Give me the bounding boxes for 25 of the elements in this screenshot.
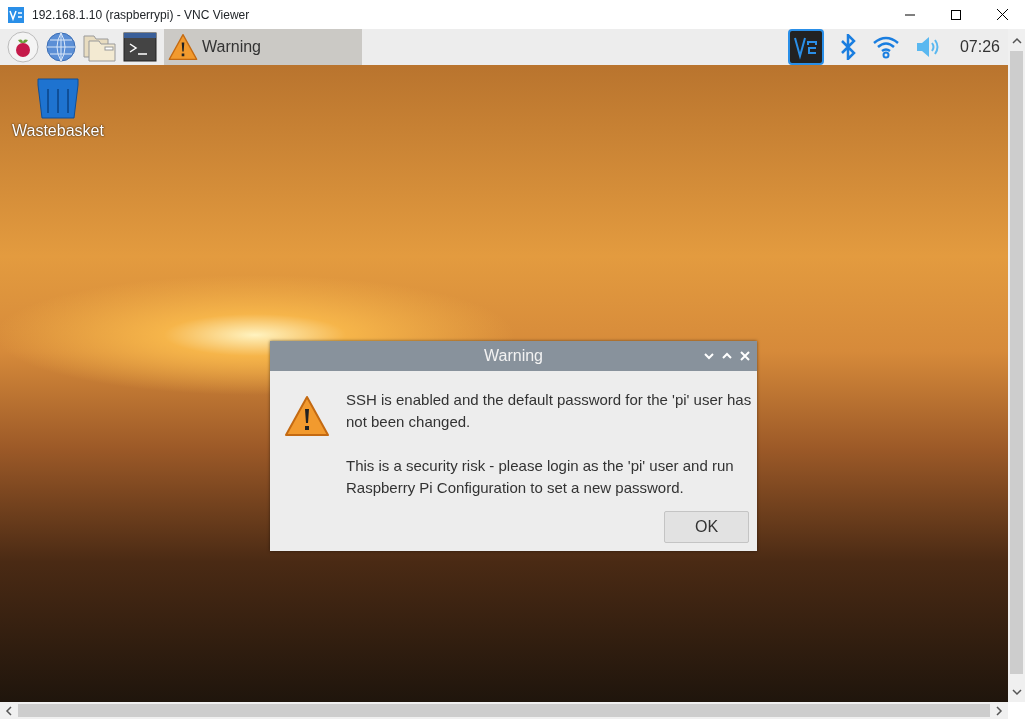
scroll-right-icon[interactable] bbox=[994, 705, 1004, 716]
warning-icon bbox=[168, 33, 198, 61]
app-logo-icon bbox=[8, 6, 24, 23]
menu-button[interactable] bbox=[4, 29, 42, 65]
maximize-icon bbox=[951, 9, 961, 20]
horizontal-scrollbar[interactable] bbox=[0, 702, 1008, 719]
scroll-left-icon[interactable] bbox=[4, 705, 14, 716]
message-text: This is a security risk - please login as the 'pi' user and run Raspberry Pi Configuration to set a new password. bbox=[346, 456, 735, 498]
wifi-icon[interactable] bbox=[871, 35, 900, 59]
taskbar-button[interactable]: Warning bbox=[164, 29, 362, 65]
clock: 07:26 bbox=[959, 37, 1000, 57]
minimize-button[interactable] bbox=[703, 350, 715, 362]
ok-button[interactable]: OK bbox=[664, 511, 749, 543]
vnc-server-icon[interactable] bbox=[787, 29, 824, 65]
window-title: 192.168.1.10 (raspberrypi) - VNC Viewer bbox=[32, 6, 250, 24]
vertical-scrollbar[interactable] bbox=[1008, 29, 1025, 702]
terminal-icon[interactable] bbox=[120, 29, 160, 65]
warning-icon bbox=[284, 395, 330, 437]
scroll-down-icon[interactable] bbox=[1011, 688, 1022, 696]
message-text: SSH is enabled and the default password for the 'pi' user has not been changed. bbox=[346, 390, 753, 432]
bluetooth-icon[interactable] bbox=[839, 34, 856, 60]
dialog-title: Warning bbox=[484, 346, 543, 366]
scroll-up-icon[interactable] bbox=[1011, 37, 1022, 45]
close-button[interactable] bbox=[739, 350, 751, 362]
close-icon bbox=[996, 9, 1008, 20]
